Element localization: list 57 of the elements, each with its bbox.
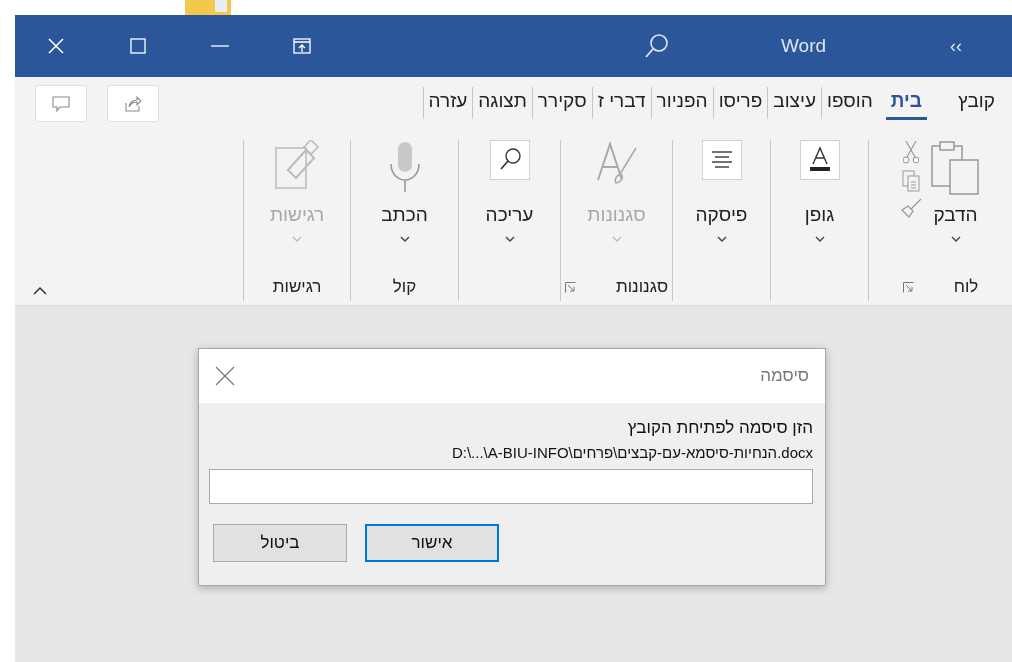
dialog-button[interactable]: ביטול (213, 524, 347, 562)
copy-icon[interactable] (901, 170, 920, 192)
ribbon-tab[interactable]: הפניור (650, 87, 713, 120)
share-button[interactable] (107, 85, 159, 122)
ribbon-button[interactable]: הכתב (381, 140, 428, 273)
password-field[interactable] (209, 469, 813, 504)
ribbon-display-icon (293, 38, 311, 54)
ribbon-tab[interactable]: פריסו (712, 87, 768, 120)
dialog-launcher-icon[interactable] (564, 281, 576, 293)
group-label: לוח (953, 277, 979, 297)
dialog-launcher-icon[interactable] (902, 281, 914, 293)
ribbon-button[interactable]: הדבק (929, 140, 982, 273)
ribbon-tab[interactable]: בית (885, 87, 927, 120)
format-painter-icon[interactable] (899, 198, 922, 218)
document-tag-icon (274, 140, 320, 190)
dropdown-caret-icon (611, 236, 622, 242)
ribbon-tab[interactable]: הוספו (820, 87, 878, 120)
ribbon-tab[interactable]: עזרה (422, 87, 473, 120)
microphone-icon (387, 140, 422, 192)
search-icon (489, 140, 530, 180)
font-color-icon (799, 140, 840, 180)
folder-icon (185, 0, 231, 15)
align-center-icon (701, 140, 742, 180)
group-label: סגנונות (615, 277, 669, 297)
dropdown-caret-icon (292, 236, 302, 242)
ribbon-button[interactable]: עריכה (485, 140, 534, 273)
dropdown-caret-icon (814, 236, 825, 242)
collapse-ribbon-icon[interactable] (33, 286, 47, 295)
ribbon-tab[interactable]: תצוגה (472, 87, 532, 120)
comment-icon (52, 95, 70, 112)
maximize-icon (130, 38, 146, 54)
close-icon[interactable] (215, 366, 235, 386)
dialog-title: סיסמה (760, 366, 809, 386)
ribbon-button[interactable]: גופן (799, 140, 840, 273)
app-title: Word (781, 35, 827, 57)
close-icon (47, 37, 65, 55)
dropdown-caret-icon (504, 236, 515, 242)
file-path: D:\...\A-BIU-INFO\הנחיות-סיסמא-עם-קבצים\פרחים.docx (450, 443, 813, 463)
group-label: קול (392, 277, 417, 297)
ribbon-tab[interactable]: סקירר (531, 87, 592, 120)
minimize-icon (211, 44, 229, 48)
group-label: רגישות (272, 277, 322, 297)
prompt-text: הזן סיסמה לפתיחת הקובץ (626, 417, 813, 439)
ribbon-tab[interactable]: דברי ז (591, 87, 651, 120)
scissors-icon[interactable] (902, 140, 919, 164)
dropdown-caret-icon (399, 236, 410, 242)
comments-button[interactable] (35, 85, 87, 122)
dialog-button[interactable]: אישור (365, 524, 499, 562)
ribbon-tab[interactable]: קובץ (952, 87, 1000, 120)
ribbon-tab[interactable]: עיצוב (767, 87, 821, 120)
dropdown-caret-icon (950, 236, 961, 242)
ribbon-button[interactable]: פיסקה (695, 140, 748, 273)
search-icon[interactable] (645, 33, 669, 59)
dropdown-caret-icon (716, 236, 727, 242)
collapse-glyph[interactable]: ‹‹ (950, 35, 962, 57)
paste-icon (929, 140, 982, 196)
share-icon (124, 94, 142, 113)
